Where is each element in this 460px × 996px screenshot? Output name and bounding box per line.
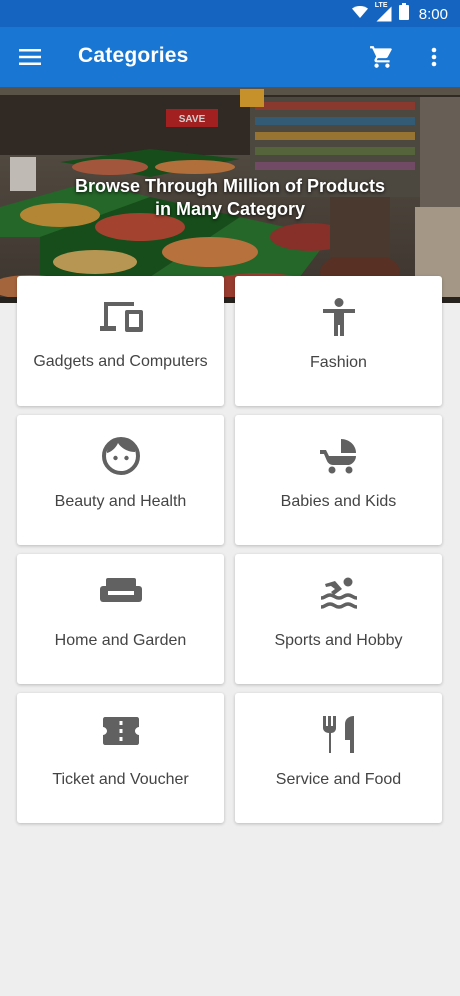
status-bar: LTE 8:00 [0, 0, 460, 27]
ticket-icon [102, 717, 139, 745]
network-type-label: LTE [374, 2, 388, 9]
category-card-sports[interactable]: Sports and Hobby [235, 554, 442, 684]
hero-caption-line1: Browse Through Million of Products [75, 176, 385, 196]
category-label: Service and Food [275, 771, 402, 788]
restaurant-icon [322, 716, 354, 753]
menu-icon [19, 49, 41, 65]
sofa-icon [99, 578, 142, 602]
cart-icon [370, 46, 392, 68]
category-label: Gadgets and Computers [33, 353, 208, 370]
category-label: Beauty and Health [54, 493, 187, 510]
wifi-icon [351, 4, 369, 25]
category-card-ticket[interactable]: Ticket and Voucher [17, 693, 224, 823]
category-label: Sports and Hobby [274, 632, 403, 649]
status-icons: LTE 8:00 [351, 2, 448, 25]
category-label: Ticket and Voucher [52, 771, 189, 788]
category-label: Fashion [310, 354, 367, 371]
category-card-service-food[interactable]: Service and Food [235, 693, 442, 823]
hero-caption: Browse Through Million of Products in Ma… [0, 175, 460, 221]
signal-icon: LTE [374, 2, 393, 23]
battery-icon [398, 3, 409, 25]
more-vert-icon [431, 47, 437, 67]
overflow-menu-button[interactable] [420, 41, 448, 73]
category-card-beauty[interactable]: Beauty and Health [17, 415, 224, 545]
face-icon [101, 437, 140, 475]
swimmer-icon [320, 577, 357, 609]
hero-caption-line2: in Many Category [154, 199, 306, 219]
devices-icon [99, 302, 143, 332]
app-bar: Categories [0, 27, 460, 87]
menu-button[interactable] [14, 41, 46, 73]
cart-button[interactable] [366, 41, 398, 73]
stroller-icon [319, 439, 356, 474]
category-card-fashion[interactable]: Fashion [235, 276, 442, 406]
page-title: Categories [78, 44, 189, 67]
category-card-babies[interactable]: Babies and Kids [235, 415, 442, 545]
category-card-home[interactable]: Home and Garden [17, 554, 224, 684]
category-card-gadgets[interactable]: Gadgets and Computers [17, 276, 224, 406]
category-label: Home and Garden [54, 632, 187, 649]
hero-banner: SAVE Browse Through Million of Products … [0, 87, 460, 303]
category-label: Babies and Kids [280, 493, 397, 510]
status-time: 8:00 [418, 5, 448, 23]
person-icon [322, 298, 355, 336]
